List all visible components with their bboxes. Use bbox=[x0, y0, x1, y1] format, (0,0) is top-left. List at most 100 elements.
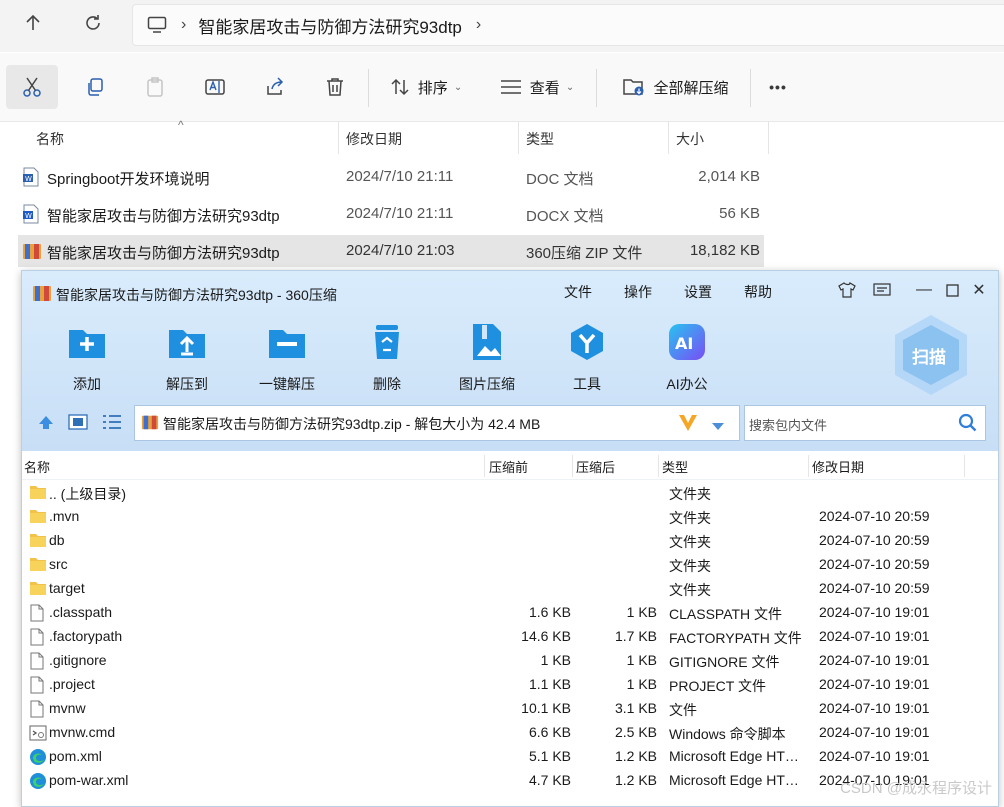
list-view-icon[interactable] bbox=[102, 414, 122, 435]
vip-badge-icon[interactable] bbox=[677, 411, 699, 438]
tool-ai-office-button[interactable]: AI AI办公 bbox=[642, 317, 732, 397]
view-button[interactable]: 查看 ⌄ bbox=[492, 65, 582, 109]
column-after[interactable]: 压缩后 bbox=[576, 457, 615, 476]
menu-help[interactable]: 帮助 bbox=[744, 282, 772, 302]
dropdown-triangle-icon[interactable] bbox=[711, 418, 725, 436]
archive-row-before: 4.7 KB bbox=[528, 772, 571, 788]
tool-tools-button[interactable]: 工具 bbox=[542, 317, 632, 397]
column-divider[interactable] bbox=[572, 455, 573, 477]
tool-delete-button[interactable]: 删除 bbox=[342, 317, 432, 397]
paste-icon[interactable] bbox=[132, 65, 178, 109]
share-icon[interactable] bbox=[252, 65, 298, 109]
minimize-icon[interactable]: — bbox=[913, 279, 935, 301]
explorer-command-bar: 排序 ⌄ 查看 ⌄ 全部解压缩 ••• bbox=[0, 53, 1004, 122]
column-divider[interactable] bbox=[668, 122, 669, 154]
tool-label: 工具 bbox=[573, 376, 601, 392]
more-options-button[interactable]: ••• bbox=[760, 65, 796, 109]
message-icon[interactable] bbox=[871, 279, 893, 301]
archive-search-input[interactable]: 搜索包内文件 bbox=[744, 405, 986, 441]
up-level-icon[interactable] bbox=[37, 413, 55, 436]
column-date[interactable]: 修改日期 bbox=[346, 129, 402, 149]
archive-row-before: 1.6 KB bbox=[528, 604, 571, 620]
column-divider[interactable] bbox=[484, 455, 485, 477]
archive-row-before: 6.6 KB bbox=[528, 724, 571, 740]
delete-icon[interactable] bbox=[312, 65, 358, 109]
menu-settings[interactable]: 设置 bbox=[684, 282, 712, 302]
archive-row[interactable]: .gitignore 1 KB 1 KB GITIGNORE 文件 2024-07-10… bbox=[22, 648, 998, 672]
archive-path-bar[interactable]: 智能家居攻击与防御方法研究93dtp.zip - 解包大小为 42.4 MB bbox=[134, 405, 740, 441]
archive-row-date: 2024-07-10 19:01 bbox=[819, 748, 930, 764]
menu-file[interactable]: 文件 bbox=[564, 282, 592, 302]
archive-row[interactable]: .. (上级目录) 文件夹 bbox=[22, 480, 998, 504]
tool-add-button[interactable]: 添加 bbox=[42, 317, 132, 397]
image-compress-icon bbox=[467, 322, 507, 362]
column-divider[interactable] bbox=[964, 455, 965, 477]
refresh-icon[interactable] bbox=[76, 8, 110, 38]
archive-path: 智能家居攻击与防御方法研究93dtp.zip - 解包大小为 42.4 MB bbox=[163, 416, 541, 432]
rename-icon[interactable] bbox=[192, 65, 238, 109]
file-row[interactable]: W 智能家居攻击与防御方法研究93dtp 2024/7/10 21:11 DOC… bbox=[18, 198, 764, 230]
archive-row[interactable]: .factorypath 14.6 KB 1.7 KB FACTORYPATH 文件 2… bbox=[22, 624, 998, 648]
breadcrumb-chevron-icon[interactable]: › bbox=[476, 16, 481, 34]
maximize-icon[interactable] bbox=[941, 279, 963, 301]
column-divider[interactable] bbox=[768, 122, 769, 154]
archive-row-before: 14.6 KB bbox=[521, 628, 571, 644]
column-size[interactable]: 大小 bbox=[676, 129, 704, 149]
breadcrumb-folder[interactable]: 智能家居攻击与防御方法研究93dtp bbox=[198, 13, 462, 38]
archive-row-type: 文件 bbox=[669, 702, 697, 718]
tool-label: 一键解压 bbox=[259, 376, 315, 392]
menu-operate[interactable]: 操作 bbox=[624, 282, 652, 302]
tool-one-click-extract-button[interactable]: 一键解压 bbox=[242, 317, 332, 397]
file-row[interactable]: W Springboot开发环境说明 2024/7/10 21:11 DOC 文… bbox=[18, 161, 764, 193]
archive-row-date: 2024-07-10 19:01 bbox=[819, 628, 930, 644]
archive-row[interactable]: .classpath 1.6 KB 1 KB CLASSPATH 文件 2024-07-… bbox=[22, 600, 998, 624]
column-before[interactable]: 压缩前 bbox=[489, 457, 528, 476]
thumbnail-view-icon[interactable] bbox=[68, 413, 88, 436]
explorer-column-header: 名称 ^ 修改日期 类型 大小 bbox=[0, 118, 770, 154]
archive-row[interactable]: src 文件夹 2024-07-10 20:59 bbox=[22, 552, 998, 576]
archive-row-name: .classpath bbox=[49, 604, 113, 620]
archive-row[interactable]: .mvn 文件夹 2024-07-10 20:59 bbox=[22, 504, 998, 528]
close-icon[interactable]: ✕ bbox=[968, 279, 990, 301]
tool-extract-to-button[interactable]: 解压到 bbox=[142, 317, 232, 397]
tool-label: 解压到 bbox=[166, 376, 208, 392]
archive-row-after: 1.2 KB bbox=[614, 772, 657, 788]
file-icon bbox=[29, 628, 47, 646]
column-divider[interactable] bbox=[338, 122, 339, 154]
sort-button[interactable]: 排序 ⌄ bbox=[380, 65, 472, 109]
copy-icon[interactable] bbox=[72, 65, 118, 109]
svg-text:AI: AI bbox=[675, 334, 693, 353]
column-type[interactable]: 类型 bbox=[662, 457, 688, 476]
archive-row[interactable]: target 文件夹 2024-07-10 20:59 bbox=[22, 576, 998, 600]
address-bar[interactable]: › 智能家居攻击与防御方法研究93dtp › bbox=[132, 4, 1004, 46]
archive-row-name: pom-war.xml bbox=[49, 772, 129, 788]
archive-row[interactable]: pom.xml 5.1 KB 1.2 KB Microsoft Edge HT… 202… bbox=[22, 744, 998, 768]
column-name[interactable]: 名称 bbox=[24, 457, 50, 476]
file-type: 360压缩 ZIP 文件 bbox=[526, 245, 643, 262]
search-icon[interactable] bbox=[958, 413, 978, 436]
column-divider[interactable] bbox=[808, 455, 809, 477]
column-type[interactable]: 类型 bbox=[526, 129, 554, 149]
column-divider[interactable] bbox=[658, 455, 659, 477]
scan-button[interactable]: 扫描 bbox=[890, 313, 972, 397]
extract-all-button[interactable]: 全部解压缩 bbox=[612, 65, 740, 109]
tool-label: 删除 bbox=[373, 376, 401, 392]
file-name: 智能家居攻击与防御方法研究93dtp bbox=[47, 208, 280, 225]
skin-shirt-icon[interactable] bbox=[836, 279, 858, 301]
archive-row[interactable]: .project 1.1 KB 1 KB PROJECT 文件 2024-07-10 1… bbox=[22, 672, 998, 696]
archive-row[interactable]: db 文件夹 2024-07-10 20:59 bbox=[22, 528, 998, 552]
column-name[interactable]: 名称 bbox=[36, 129, 64, 149]
tool-image-compress-button[interactable]: 图片压缩 bbox=[442, 317, 532, 397]
column-date[interactable]: 修改日期 bbox=[812, 457, 864, 476]
tool-label: 添加 bbox=[73, 376, 101, 392]
column-divider[interactable] bbox=[518, 122, 519, 154]
archive-row-type: 文件夹 bbox=[669, 558, 711, 574]
cut-icon[interactable] bbox=[6, 65, 58, 109]
up-arrow-icon[interactable] bbox=[16, 8, 50, 38]
archive-row[interactable]: mvnw 10.1 KB 3.1 KB 文件 2024-07-10 19:01 bbox=[22, 696, 998, 720]
file-size: 2,014 KB bbox=[698, 168, 760, 185]
file-row-selected[interactable]: 智能家居攻击与防御方法研究93dtp 2024/7/10 21:03 360压缩… bbox=[18, 235, 764, 267]
archive-row[interactable]: mvnw.cmd 6.6 KB 2.5 KB Windows 命令脚本 2024-07-… bbox=[22, 720, 998, 744]
archive-row-date: 2024-07-10 19:01 bbox=[819, 652, 930, 668]
archive-row-before: 1.1 KB bbox=[528, 676, 571, 692]
